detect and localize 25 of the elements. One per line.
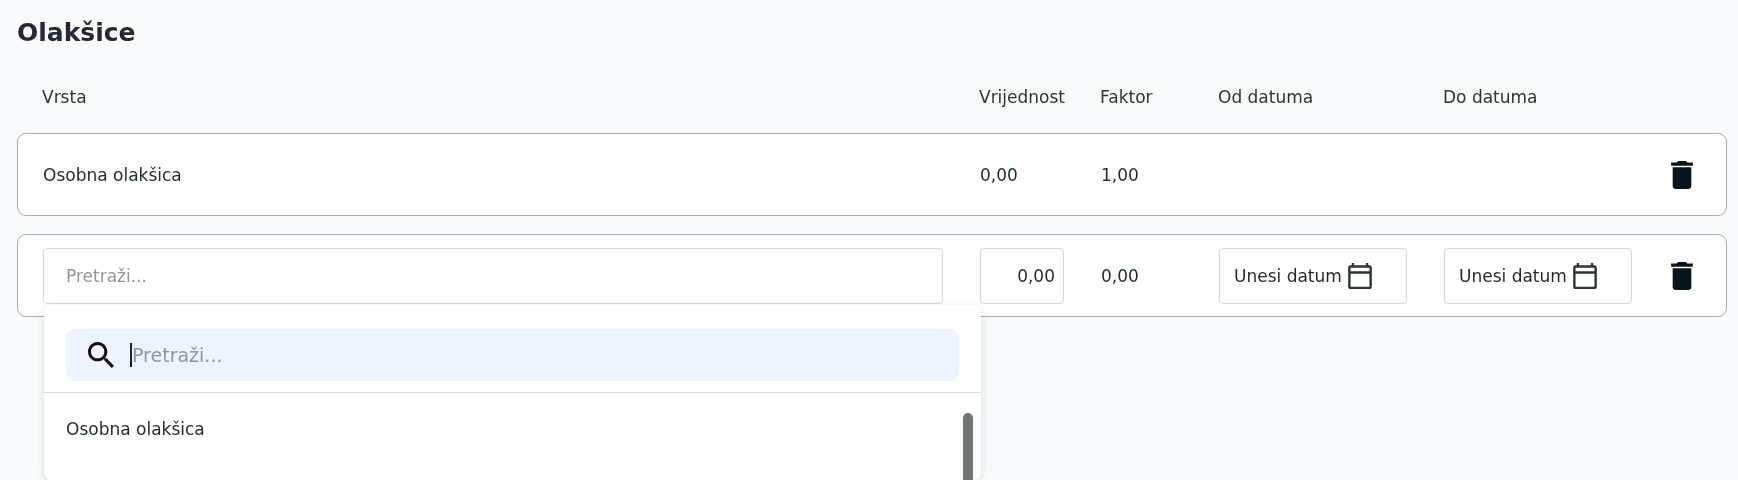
value-field[interactable]: 0,00 — [980, 247, 1064, 304]
column-header: Do datuma — [1443, 87, 1538, 107]
column-header: Vrijednost — [979, 87, 1065, 107]
date-picker[interactable]: Unesi datum — [1219, 247, 1407, 304]
table-cell: 0,00 — [1101, 265, 1139, 286]
trash-icon — [1671, 160, 1693, 189]
delete-button[interactable] — [1668, 158, 1696, 191]
calendar-icon — [1347, 262, 1372, 289]
delete-button[interactable] — [1668, 259, 1696, 292]
search-field[interactable]: Pretraži... — [66, 328, 959, 381]
table-cell: 1,00 — [1101, 164, 1139, 185]
search-input[interactable]: Pretraži... — [130, 342, 937, 367]
dropdown-option[interactable]: Osobna olakšica — [44, 392, 963, 465]
trash-icon — [1671, 261, 1693, 290]
date-picker[interactable]: Unesi datum — [1444, 247, 1632, 304]
scrollbar[interactable] — [963, 412, 973, 480]
column-header: Vrsta — [42, 87, 87, 107]
search-field[interactable]: Pretraži... — [43, 247, 943, 304]
table-cell: 0,00 — [980, 164, 1018, 185]
search-icon — [88, 341, 114, 368]
column-header: Od datuma — [1218, 87, 1314, 107]
calendar-icon — [1572, 262, 1597, 289]
section-title: Olakšice — [17, 18, 137, 47]
column-header: Faktor — [1100, 87, 1153, 107]
table-cell: Osobna olakšica — [43, 164, 182, 185]
